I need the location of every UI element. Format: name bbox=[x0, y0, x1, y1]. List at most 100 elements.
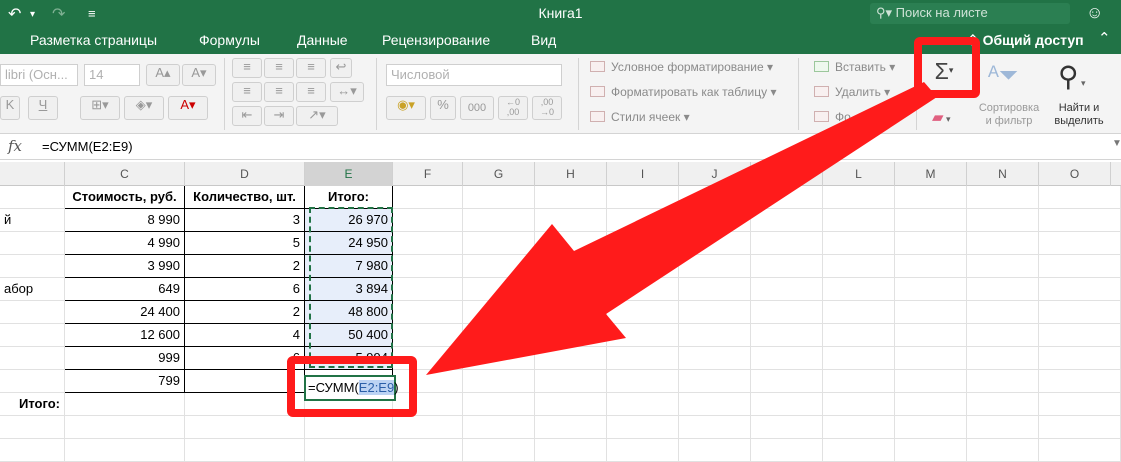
cell-h11[interactable] bbox=[535, 416, 607, 439]
total-label[interactable]: Итого: bbox=[0, 393, 65, 416]
cell-l8[interactable] bbox=[823, 347, 895, 370]
column-header-d[interactable]: D bbox=[185, 162, 305, 186]
cell-g5[interactable] bbox=[463, 278, 535, 301]
cell-g12[interactable] bbox=[463, 439, 535, 462]
cell-i10[interactable] bbox=[607, 393, 679, 416]
cell-h7[interactable] bbox=[535, 324, 607, 347]
share-button[interactable]: ⇪ Общий доступ bbox=[967, 32, 1084, 49]
currency-icon[interactable]: ◉▾ bbox=[386, 96, 426, 120]
cell-m6[interactable] bbox=[895, 301, 967, 324]
table-cell-d[interactable]: 2 bbox=[185, 301, 305, 324]
cell-g9[interactable] bbox=[463, 370, 535, 393]
cell-k6[interactable] bbox=[751, 301, 823, 324]
cell-g4[interactable] bbox=[463, 255, 535, 278]
cell-j2[interactable] bbox=[679, 209, 751, 232]
fx-icon[interactable]: fx bbox=[8, 137, 22, 155]
cell-m12[interactable] bbox=[895, 439, 967, 462]
font-name-select[interactable]: libri (Осн... bbox=[0, 64, 78, 86]
cell-k3[interactable] bbox=[751, 232, 823, 255]
cell-c10[interactable] bbox=[65, 393, 185, 416]
column-header-j[interactable]: J bbox=[679, 162, 751, 186]
table-cell-e[interactable]: 50 400 bbox=[305, 324, 393, 347]
column-header-g[interactable]: G bbox=[463, 162, 535, 186]
table-cell-e[interactable]: 7 980 bbox=[305, 255, 393, 278]
align-left-icon[interactable]: ≡ bbox=[232, 82, 262, 102]
cell-h10[interactable] bbox=[535, 393, 607, 416]
decrease-indent-icon[interactable]: ⇤ bbox=[232, 106, 262, 126]
cell-f12[interactable] bbox=[393, 439, 463, 462]
cell-j11[interactable] bbox=[679, 416, 751, 439]
cell-i12[interactable] bbox=[607, 439, 679, 462]
clear-eraser-icon[interactable]: ▰ ▾ bbox=[932, 108, 951, 126]
cell-m11[interactable] bbox=[895, 416, 967, 439]
cell-o4[interactable] bbox=[1039, 255, 1121, 278]
cell-k5[interactable] bbox=[751, 278, 823, 301]
format-as-table-button[interactable]: Форматировать как таблицу ▾ bbox=[590, 85, 777, 99]
cell-b11[interactable] bbox=[0, 416, 65, 439]
table-cell-b[interactable] bbox=[0, 370, 65, 393]
cell-k1[interactable] bbox=[751, 186, 823, 209]
cell-j4[interactable] bbox=[679, 255, 751, 278]
cell-g8[interactable] bbox=[463, 347, 535, 370]
cell-m4[interactable] bbox=[895, 255, 967, 278]
tab-formulas[interactable]: Формулы bbox=[199, 32, 260, 48]
cell-h4[interactable] bbox=[535, 255, 607, 278]
cell-i3[interactable] bbox=[607, 232, 679, 255]
column-header-f[interactable]: F bbox=[393, 162, 463, 186]
table-cell-b[interactable]: й bbox=[0, 209, 65, 232]
cell-b1[interactable] bbox=[0, 186, 65, 209]
cell-j3[interactable] bbox=[679, 232, 751, 255]
conditional-formatting-button[interactable]: Условное форматирование ▾ bbox=[590, 60, 773, 74]
cell-l12[interactable] bbox=[823, 439, 895, 462]
cell-i6[interactable] bbox=[607, 301, 679, 324]
cell-o7[interactable] bbox=[1039, 324, 1121, 347]
fill-color-icon[interactable]: ◈▾ bbox=[124, 96, 164, 120]
cell-b12[interactable] bbox=[0, 439, 65, 462]
cell-h5[interactable] bbox=[535, 278, 607, 301]
thousands-separator-icon[interactable]: 000 bbox=[460, 96, 494, 120]
cell-h9[interactable] bbox=[535, 370, 607, 393]
font-color-icon[interactable]: A▾ bbox=[168, 96, 208, 120]
align-right-icon[interactable]: ≡ bbox=[296, 82, 326, 102]
cell-k9[interactable] bbox=[751, 370, 823, 393]
cell-o5[interactable] bbox=[1039, 278, 1121, 301]
cell-m10[interactable] bbox=[895, 393, 967, 416]
cell-k8[interactable] bbox=[751, 347, 823, 370]
cell-f4[interactable] bbox=[393, 255, 463, 278]
cell-k2[interactable] bbox=[751, 209, 823, 232]
cell-h2[interactable] bbox=[535, 209, 607, 232]
increase-font-icon[interactable]: A▴ bbox=[146, 64, 180, 86]
cell-n11[interactable] bbox=[967, 416, 1039, 439]
table-cell-e[interactable]: 26 970 bbox=[305, 209, 393, 232]
cell-m3[interactable] bbox=[895, 232, 967, 255]
cell-o8[interactable] bbox=[1039, 347, 1121, 370]
merge-icon[interactable]: ↔▾ bbox=[330, 82, 364, 102]
cell-n8[interactable] bbox=[967, 347, 1039, 370]
table-cell-c[interactable]: 3 990 bbox=[65, 255, 185, 278]
insert-button[interactable]: Вставить ▾ bbox=[814, 60, 895, 74]
cell-i2[interactable] bbox=[607, 209, 679, 232]
search-input[interactable]: ⚲▾ Поиск на листе bbox=[870, 3, 1070, 24]
cell-h8[interactable] bbox=[535, 347, 607, 370]
cell-n7[interactable] bbox=[967, 324, 1039, 347]
cell-j6[interactable] bbox=[679, 301, 751, 324]
cell-n9[interactable] bbox=[967, 370, 1039, 393]
cell-l5[interactable] bbox=[823, 278, 895, 301]
cell-g2[interactable] bbox=[463, 209, 535, 232]
cell-o6[interactable] bbox=[1039, 301, 1121, 324]
column-header-m[interactable]: M bbox=[895, 162, 967, 186]
table-cell-c[interactable]: 4 990 bbox=[65, 232, 185, 255]
underline-icon[interactable]: Ч bbox=[28, 96, 58, 120]
cell-g3[interactable] bbox=[463, 232, 535, 255]
column-header-o[interactable]: O bbox=[1039, 162, 1111, 186]
cell-c12[interactable] bbox=[65, 439, 185, 462]
tab-data[interactable]: Данные bbox=[297, 32, 348, 48]
cell-d11[interactable] bbox=[185, 416, 305, 439]
cell-h12[interactable] bbox=[535, 439, 607, 462]
cell-i5[interactable] bbox=[607, 278, 679, 301]
cell-e12[interactable] bbox=[305, 439, 393, 462]
table-cell-b[interactable]: абор bbox=[0, 278, 65, 301]
formula-expand-icon[interactable]: ▼ bbox=[1112, 138, 1121, 149]
cell-j8[interactable] bbox=[679, 347, 751, 370]
table-cell-c[interactable]: 799 bbox=[65, 370, 185, 393]
